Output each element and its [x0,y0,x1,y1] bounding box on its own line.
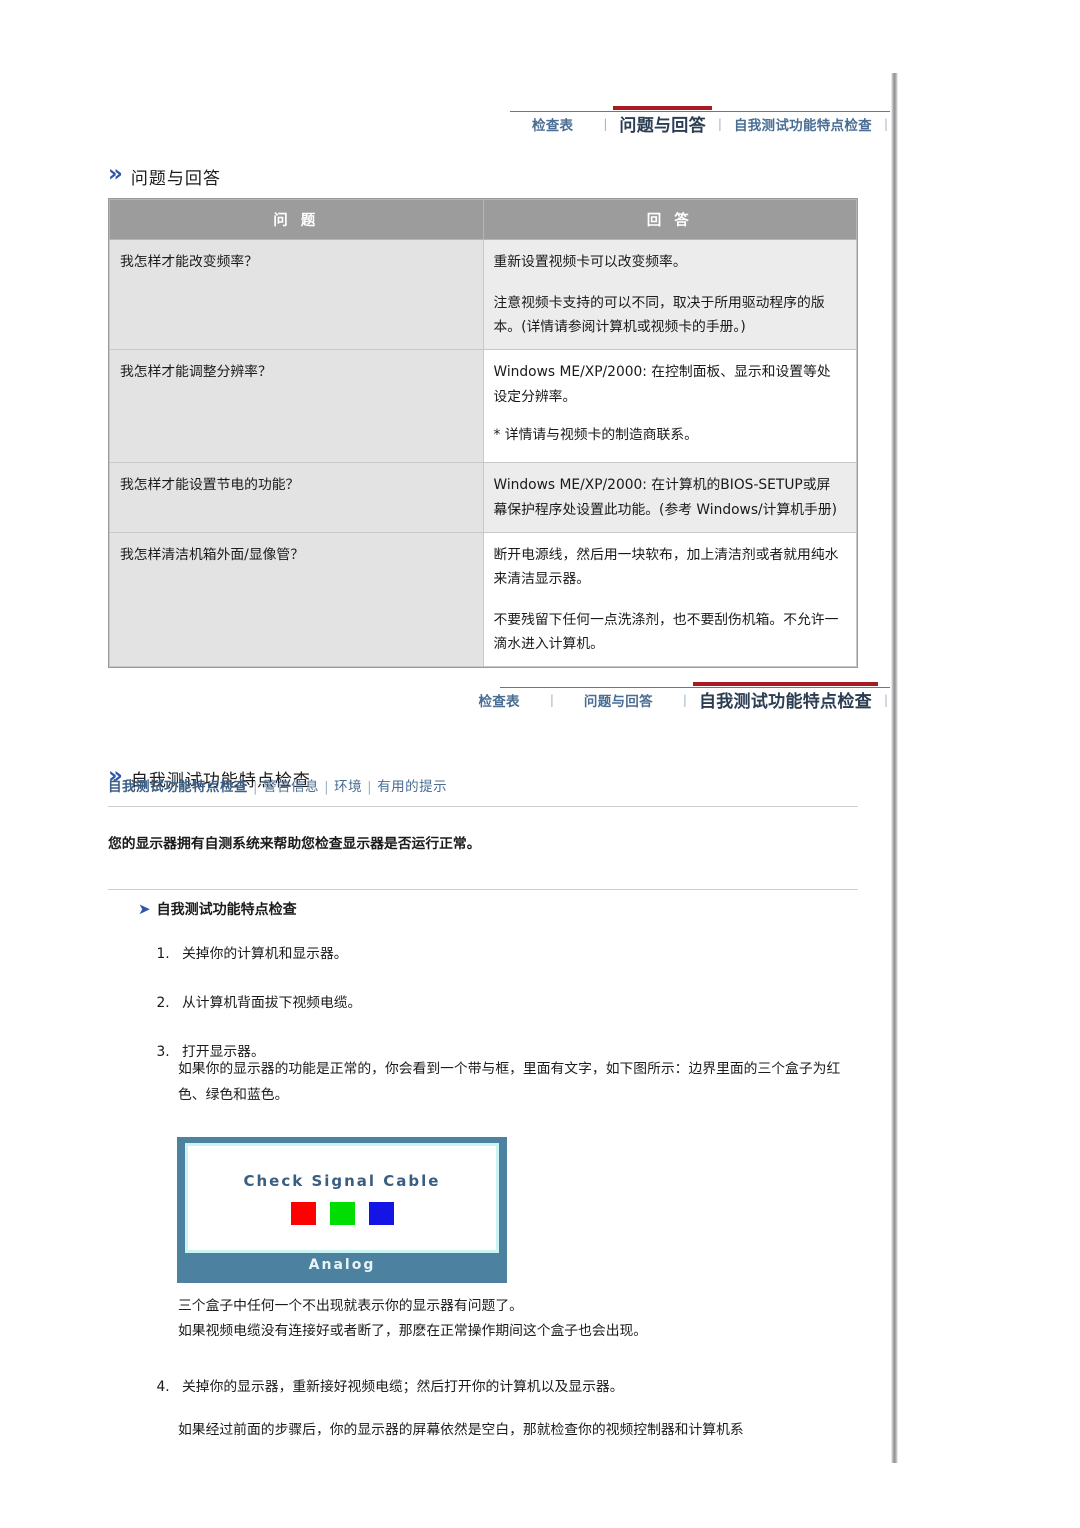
answer-cell: Windows ME/XP/2000: 在控制面板、显示和设置等处设定分辨率。 … [482,349,857,464]
rgb-color-boxes [290,1201,394,1225]
subheading-label: 自我测试功能特点检查 [156,902,297,918]
answer-paragraph: 不要残留下任何一点洗涤剂，也不要刮伤机箱。不允许一滴水进入计算机。 [493,611,839,653]
monitor-analog-label: Analog [308,1257,376,1273]
note-after-image-line2: 如果视频电缆没有连接好或者断了，那麽在正常操作期间这个盒子也会出现。 [178,1323,648,1339]
answer-paragraph: Windows ME/XP/2000: 在计算机的BIOS-SETUP或屏幕保护… [493,477,838,518]
note-after-image-line1: 三个盒子中任何一个不出现就表示你的显示器有问题了。 [178,1298,523,1314]
answer-paragraph: * 详情请与视频卡的制造商联系。 [493,426,698,443]
selftest-steps-list-part1: 关掉你的计算机和显示器。 从计算机背面拔下视频电缆。 打开显示器。 [140,942,874,1064]
question-cell: 我怎样才能调整分辨率？ [109,349,484,464]
table-row: 我怎样才能设置节电的功能？ Windows ME/XP/2000: 在计算机的B… [109,462,857,533]
monitor-illustration: Check Signal Cable Analog [177,1137,507,1283]
faq-section-heading: » 问题与回答 [108,161,221,190]
answer-cell: 重新设置视频卡可以改变频率。 注意视频卡支持的可以不同，取决于所用驱动程序的版本… [482,238,857,351]
faq-table: 问 题 回 答 我怎样才能改变频率？ 重新设置视频卡可以改变频率。 注意视频卡支… [109,199,857,668]
page-title: 问题与回答 [130,169,221,189]
check-signal-cable-message: Check Signal Cable [243,1171,441,1190]
sublink-environment[interactable]: 环境 [334,779,362,795]
arrow-bullet-icon: ➤ [138,899,151,918]
question-cell: 我怎样清洁机箱外面/显像管？ [109,531,484,668]
sublink-separator: | [324,779,330,795]
nav-separator: | [883,117,888,131]
answer-paragraph: 注意视频卡支持的可以不同，取决于所用驱动程序的版本。(详情请参阅计算机或视频卡的… [493,295,825,336]
answer-paragraph: 重新设置视频卡可以改变频率。 [493,254,687,270]
nav-item-checklist[interactable]: 检查表 [450,684,547,714]
nav-separator: | [717,117,722,131]
document-page: 检查表 | 问题与回答 | 自我测试功能特点检查 | » 问题与回答 问 题 回… [0,0,891,1528]
nav-item-qa-active[interactable]: 问题与回答 [609,106,716,137]
green-box [329,1201,355,1225]
red-box [290,1201,316,1225]
sublink-useful-tips[interactable]: 有用的提示 [377,779,447,795]
selftest-intro-text: 您的显示器拥有自测系统来帮助您检查显示器是否运行正常。 [108,836,481,852]
selftest-sublink-row: 自我测试功能特点检查 | 警告信息 | 环境 | 有用的提示 [108,775,447,795]
divider-under-sublinks [108,806,858,807]
answer-cell: 断开电源线，然后用一块软布，加上清洁剂或者就用纯水来清洁显示器。 不要残留下任何… [482,531,857,668]
sublink-warning[interactable]: 警告信息 [263,779,319,795]
vertical-scroll-rail[interactable] [891,73,898,1463]
nav-separator: | [682,693,687,707]
nav-item-selftest[interactable]: 自我测试功能特点检查 [724,108,882,138]
sublink-separator: | [253,779,259,795]
selftest-steps-list-part2: 关掉你的显示器，重新接好视频电缆；然后打开你的计算机以及显示器。 [140,1375,874,1400]
double-chevron-icon: » [108,161,123,187]
table-row: 我怎样清洁机箱外面/显像管？ 断开电源线，然后用一块软布，加上清洁剂或者就用纯水… [109,531,857,668]
nav-item-checklist[interactable]: 检查表 [504,108,601,138]
table-row: 我怎样才能改变频率？ 重新设置视频卡可以改变频率。 注意视频卡支持的可以不同，取… [109,238,857,351]
monitor-screen: Check Signal Cable [188,1146,496,1250]
list-item: 关掉你的计算机和显示器。 [174,942,874,967]
sublink-separator: | [367,779,373,795]
selftest-subheading: ➤ 自我测试功能特点检查 [138,899,297,919]
answer-cell: Windows ME/XP/2000: 在计算机的BIOS-SETUP或屏幕保护… [482,462,857,533]
nav-separator: | [603,117,608,131]
nav-item-qa[interactable]: 问题与回答 [556,684,681,714]
divider-above-subhead [108,889,858,890]
blue-box [368,1201,394,1225]
question-cell: 我怎样才能改变频率？ [109,238,484,351]
note-after-step4: 如果经过前面的步骤后，你的显示器的屏幕依然是空白，那就检查你的视频控制器和计算机… [178,1422,744,1438]
nav-separator: | [549,693,554,707]
breadcrumb-nav-second: 检查表 | 问题与回答 | 自我测试功能特点检查 | [478,673,890,714]
table-header-row: 问 题 回 答 [109,199,857,240]
answer-paragraph: 断开电源线，然后用一块软布，加上清洁剂或者就用纯水来清洁显示器。 [493,546,839,587]
list-item: 关掉你的显示器，重新接好视频电缆；然后打开你的计算机以及显示器。 [174,1375,874,1400]
column-header-question: 问 题 [109,199,484,240]
sublink-selftest[interactable]: 自我测试功能特点检查 [108,779,248,795]
faq-table-container: 问 题 回 答 我怎样才能改变频率？ 重新设置视频卡可以改变频率。 注意视频卡支… [108,198,858,669]
answer-paragraph: Windows ME/XP/2000: 在控制面板、显示和设置等处设定分辨率。 [493,364,831,405]
note-after-step3: 如果你的显示器的功能是正常的，你会看到一个带与框，里面有文字，如下图所示：边界里… [178,1061,841,1103]
question-cell: 我怎样才能设置节电的功能？ [109,462,484,533]
nav-separator: | [883,693,888,707]
column-header-answer: 回 答 [482,199,857,240]
breadcrumb-nav-top: 检查表 | 问题与回答 | 自我测试功能特点检查 | [510,97,890,137]
table-row: 我怎样才能调整分辨率？ Windows ME/XP/2000: 在控制面板、显示… [109,349,857,464]
nav-item-selftest-active[interactable]: 自我测试功能特点检查 [689,682,882,713]
list-item: 从计算机背面拔下视频电缆。 [174,991,874,1016]
